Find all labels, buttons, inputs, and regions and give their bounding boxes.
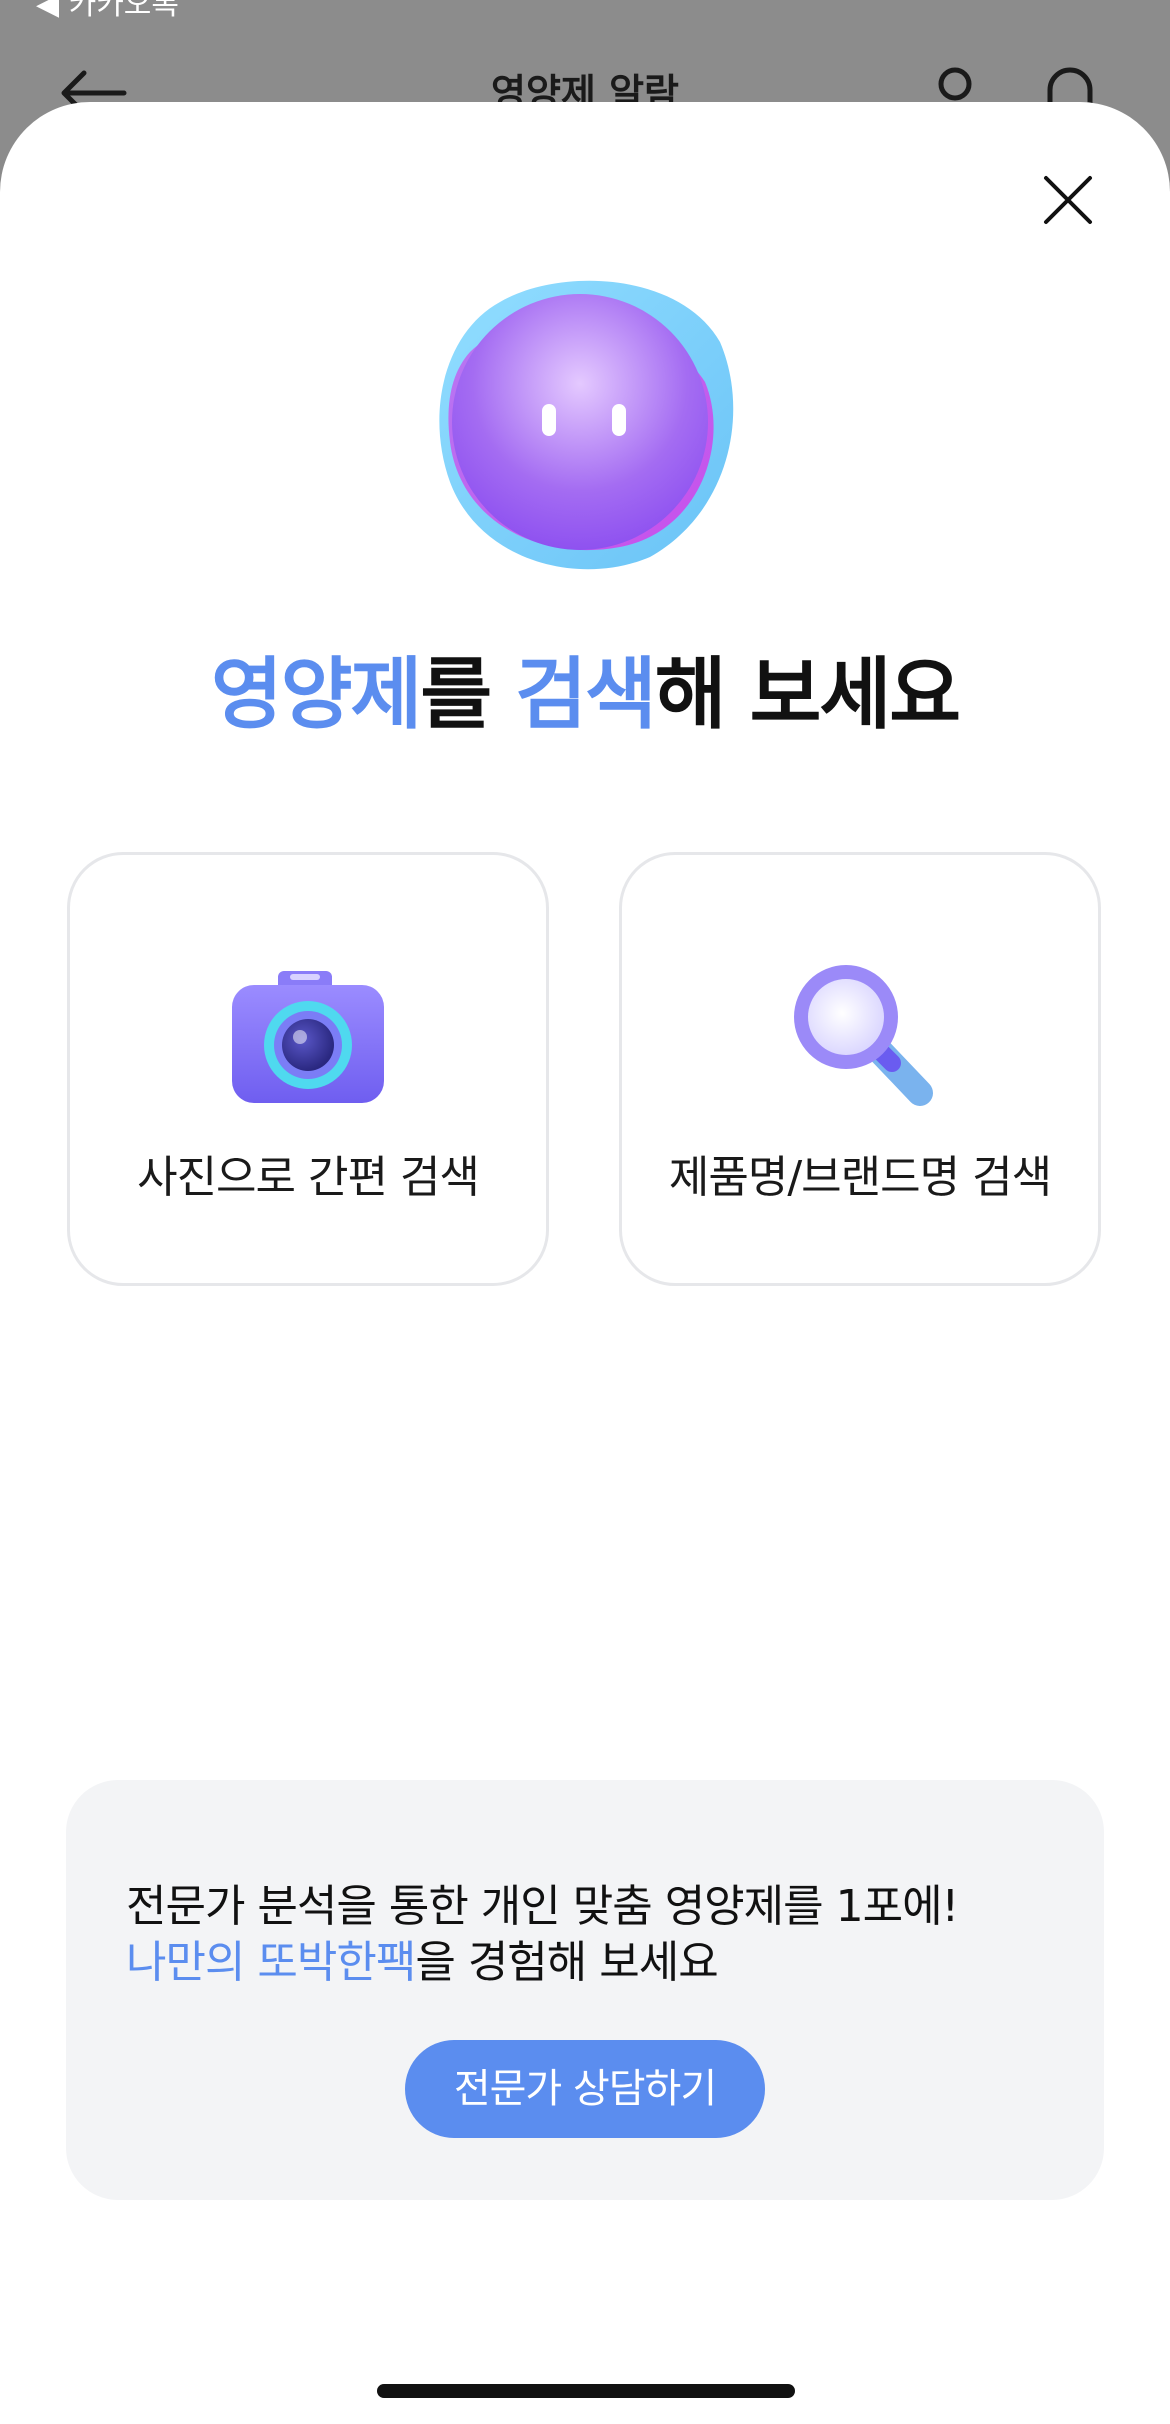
status-back-to-app[interactable]: ◀ 카카오톡 bbox=[36, 0, 179, 20]
promo-text-line1: 전문가 분석을 통한 개인 맞춤 영양제를 1포에! bbox=[126, 1881, 959, 1932]
camera-icon bbox=[232, 971, 384, 1103]
expert-consult-button[interactable]: 전문가 상담하기 bbox=[405, 2040, 765, 2138]
promo-text-line2: 나만의 또박한팩을 경험해 보세요 bbox=[126, 1926, 719, 1990]
headline-keyword-supplement: 영양제 bbox=[211, 650, 422, 740]
magnifier-icon bbox=[794, 965, 933, 1106]
headline-keyword-search: 검색 bbox=[515, 650, 657, 740]
mascot-blob-icon bbox=[439, 280, 734, 570]
headline-text-end: 해 보세요 bbox=[654, 650, 961, 740]
close-icon[interactable] bbox=[1038, 170, 1098, 230]
promo-text-line2-rest: 을 경험해 보세요 bbox=[415, 1937, 718, 1988]
photo-search-label: 사진으로 간편 검색 bbox=[137, 1152, 480, 1203]
name-brand-search-card[interactable]: 제품명/브랜드명 검색 bbox=[619, 852, 1101, 1286]
expert-consult-promo: 전문가 분석을 통한 개인 맞춤 영양제를 1포에! 나만의 또박한팩을 경험해… bbox=[66, 1780, 1104, 2200]
photo-search-card[interactable]: 사진으로 간편 검색 bbox=[67, 852, 549, 1286]
headline-text: 를 bbox=[420, 650, 516, 740]
sheet-headline: 영양제를 검색해 보세요 bbox=[0, 632, 1170, 744]
promo-highlight: 나만의 또박한팩 bbox=[126, 1937, 416, 1988]
name-brand-search-label: 제품명/브랜드명 검색 bbox=[668, 1152, 1052, 1203]
screen: ◀ 카카오톡 영양제 알람 영양제를 검색해 보세요 사진으로 간편 검색 제품… bbox=[0, 0, 1170, 2424]
home-indicator[interactable] bbox=[377, 2384, 795, 2398]
